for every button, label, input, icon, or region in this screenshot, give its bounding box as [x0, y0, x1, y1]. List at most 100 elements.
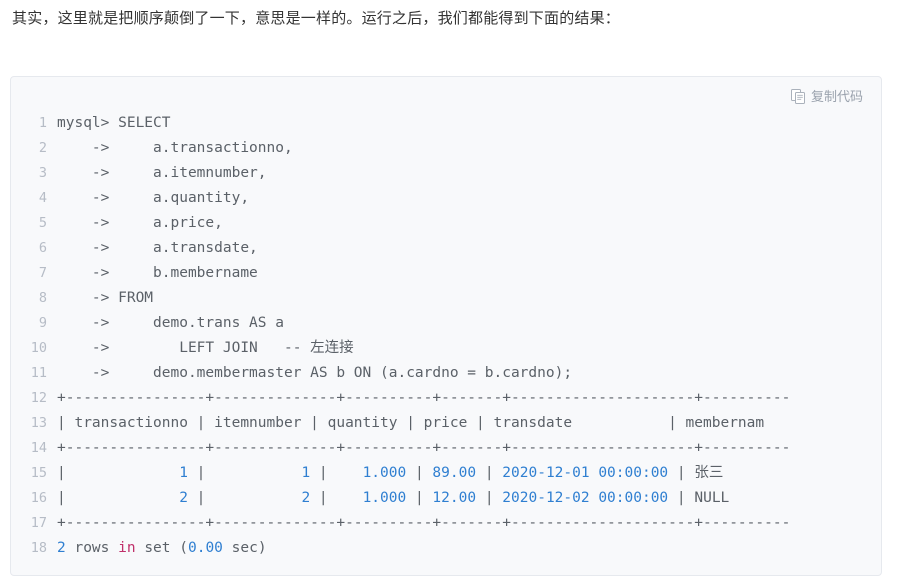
code-token: +----------------+--------------+-------…: [57, 390, 791, 406]
code-token: +----------------+--------------+-------…: [57, 515, 791, 531]
code-token: 2: [205, 490, 311, 506]
code-token: -> a.quantity,: [57, 190, 250, 206]
code-token: |: [187, 490, 206, 506]
code-token: 12.00: [423, 490, 477, 506]
code-token: |: [310, 465, 328, 481]
copy-icon: [790, 88, 805, 104]
code-token: -> a.itemnumber,: [57, 165, 267, 181]
code-token: 2020-12-01 00:00:00: [493, 465, 669, 481]
code-token: -> LEFT JOIN -- 左连接: [57, 340, 354, 356]
code-line-content: | 2 | 2 | 1.000 | 12.00 | 2020-12-02 00:…: [57, 486, 729, 511]
code-token: -> FROM: [57, 290, 154, 306]
code-line-content: -> b.membername: [57, 261, 258, 286]
code-token: 2020-12-02 00:00:00: [493, 490, 669, 506]
code-token: |: [406, 465, 424, 481]
code-line-content: +----------------+--------------+-------…: [57, 386, 790, 411]
code-line-content: -> demo.trans AS a: [57, 311, 284, 336]
code-line: 5 -> a.price,: [11, 211, 881, 236]
code-token: rows: [65, 540, 119, 556]
code-line: 4 -> a.quantity,: [11, 186, 881, 211]
code-token: -> demo.membermaster AS b ON (a.cardno =…: [57, 365, 573, 381]
code-token: 0.00: [187, 540, 223, 556]
code-line-content: | 1 | 1 | 1.000 | 89.00 | 2020-12-01 00:…: [57, 461, 723, 486]
intro-paragraph: 其实，这里就是把顺序颠倒了一下，意思是一样的。运行之后，我们都能得到下面的结果：: [12, 10, 621, 27]
code-token: | 张三: [668, 465, 724, 481]
code-token: -> a.transactionno,: [57, 140, 293, 156]
copy-code-label: 复制代码: [810, 88, 863, 104]
code-listing[interactable]: 1 mysql> SELECT 2 -> a.transactionno, 3 -> …: [11, 111, 881, 561]
code-token: 1: [65, 465, 188, 481]
code-token: |: [476, 490, 494, 506]
line-number: 5: [38, 215, 47, 231]
code-line: 15 | 1 | 1 | 1.000 | 89.00 | 2020-12-01 0…: [11, 461, 881, 486]
line-number: 4: [38, 190, 47, 206]
code-token: +----------------+--------------+-------…: [57, 440, 791, 456]
code-line-content: -> a.quantity,: [57, 186, 249, 211]
line-number: 15: [30, 465, 47, 481]
code-line-content: +----------------+--------------+-------…: [57, 511, 790, 536]
line-number: 18: [30, 540, 47, 556]
code-line: 18 2 rows in set (0.00 sec): [11, 536, 881, 561]
line-number: 16: [30, 490, 47, 506]
line-number: 12: [30, 390, 47, 406]
code-line: 1 mysql> SELECT: [11, 111, 881, 136]
code-line-content: -> FROM: [57, 286, 153, 311]
code-token: set (: [135, 540, 188, 556]
code-line: 17 +----------------+--------------+-----…: [11, 511, 881, 536]
code-line-content: mysql> SELECT: [57, 111, 171, 136]
code-line-content: | transactionno | itemnumber | quantity …: [57, 411, 764, 436]
code-line-content: -> a.itemnumber,: [57, 161, 267, 186]
code-line-content: -> a.price,: [57, 211, 223, 236]
code-line-content: -> a.transactionno,: [57, 136, 293, 161]
code-token: |: [310, 490, 328, 506]
code-token: |: [187, 465, 206, 481]
code-token: 1.000: [327, 490, 407, 506]
code-line-content: -> a.transdate,: [57, 236, 258, 261]
code-line: 10 -> LEFT JOIN -- 左连接: [11, 336, 881, 361]
code-line: 6 -> a.transdate,: [11, 236, 881, 261]
code-token: mysql> SELECT: [57, 115, 171, 131]
code-token: | NULL: [668, 490, 730, 506]
code-line-content: +----------------+--------------+-------…: [57, 436, 790, 461]
code-line: 16 | 2 | 2 | 1.000 | 12.00 | 2020-12-02 0…: [11, 486, 881, 511]
code-token: |: [57, 465, 66, 481]
line-number: 17: [30, 515, 47, 531]
code-token: -> demo.trans AS a: [57, 315, 284, 331]
code-token: -> b.membername: [57, 265, 258, 281]
line-number: 2: [38, 140, 47, 156]
code-token: 1.000: [327, 465, 407, 481]
line-number: 6: [38, 240, 47, 256]
line-number: 7: [38, 265, 47, 281]
code-line-content: 2 rows in set (0.00 sec): [57, 536, 267, 561]
code-line: 13 | transactionno | itemnumber | quantit…: [11, 411, 881, 436]
code-token: | transactionno | itemnumber | quantity …: [57, 415, 765, 431]
code-token: |: [57, 490, 66, 506]
code-token: -> a.price,: [57, 215, 223, 231]
code-token: |: [406, 490, 424, 506]
line-number: 8: [38, 290, 47, 306]
code-token: in: [118, 540, 136, 556]
code-line: 7 -> b.membername: [11, 261, 881, 286]
code-line: 2 -> a.transactionno,: [11, 136, 881, 161]
line-number: 13: [30, 415, 47, 431]
code-token: -> a.transdate,: [57, 240, 258, 256]
code-token: 1: [205, 465, 311, 481]
code-line: 14 +----------------+--------------+-----…: [11, 436, 881, 461]
code-token: |: [476, 465, 494, 481]
line-number: 11: [30, 365, 47, 381]
code-token: 2: [57, 540, 66, 556]
code-line: 11 -> demo.membermaster AS b ON (a.cardn…: [11, 361, 881, 386]
code-line-content: -> demo.membermaster AS b ON (a.cardno =…: [57, 361, 572, 386]
line-number: 1: [38, 115, 47, 131]
code-token: sec): [222, 540, 267, 556]
code-line: 12 +----------------+--------------+-----…: [11, 386, 881, 411]
copy-code-button[interactable]: 复制代码: [790, 88, 863, 104]
line-number: 10: [30, 340, 47, 356]
line-number: 14: [30, 440, 47, 456]
code-line: 3 -> a.itemnumber,: [11, 161, 881, 186]
code-token: 89.00: [423, 465, 477, 481]
code-block: 复制代码 1 mysql> SELECT 2 -> a.transactionno,…: [10, 76, 882, 576]
line-number: 3: [38, 165, 47, 181]
code-line: 9 -> demo.trans AS a: [11, 311, 881, 336]
code-token: 2: [65, 490, 188, 506]
